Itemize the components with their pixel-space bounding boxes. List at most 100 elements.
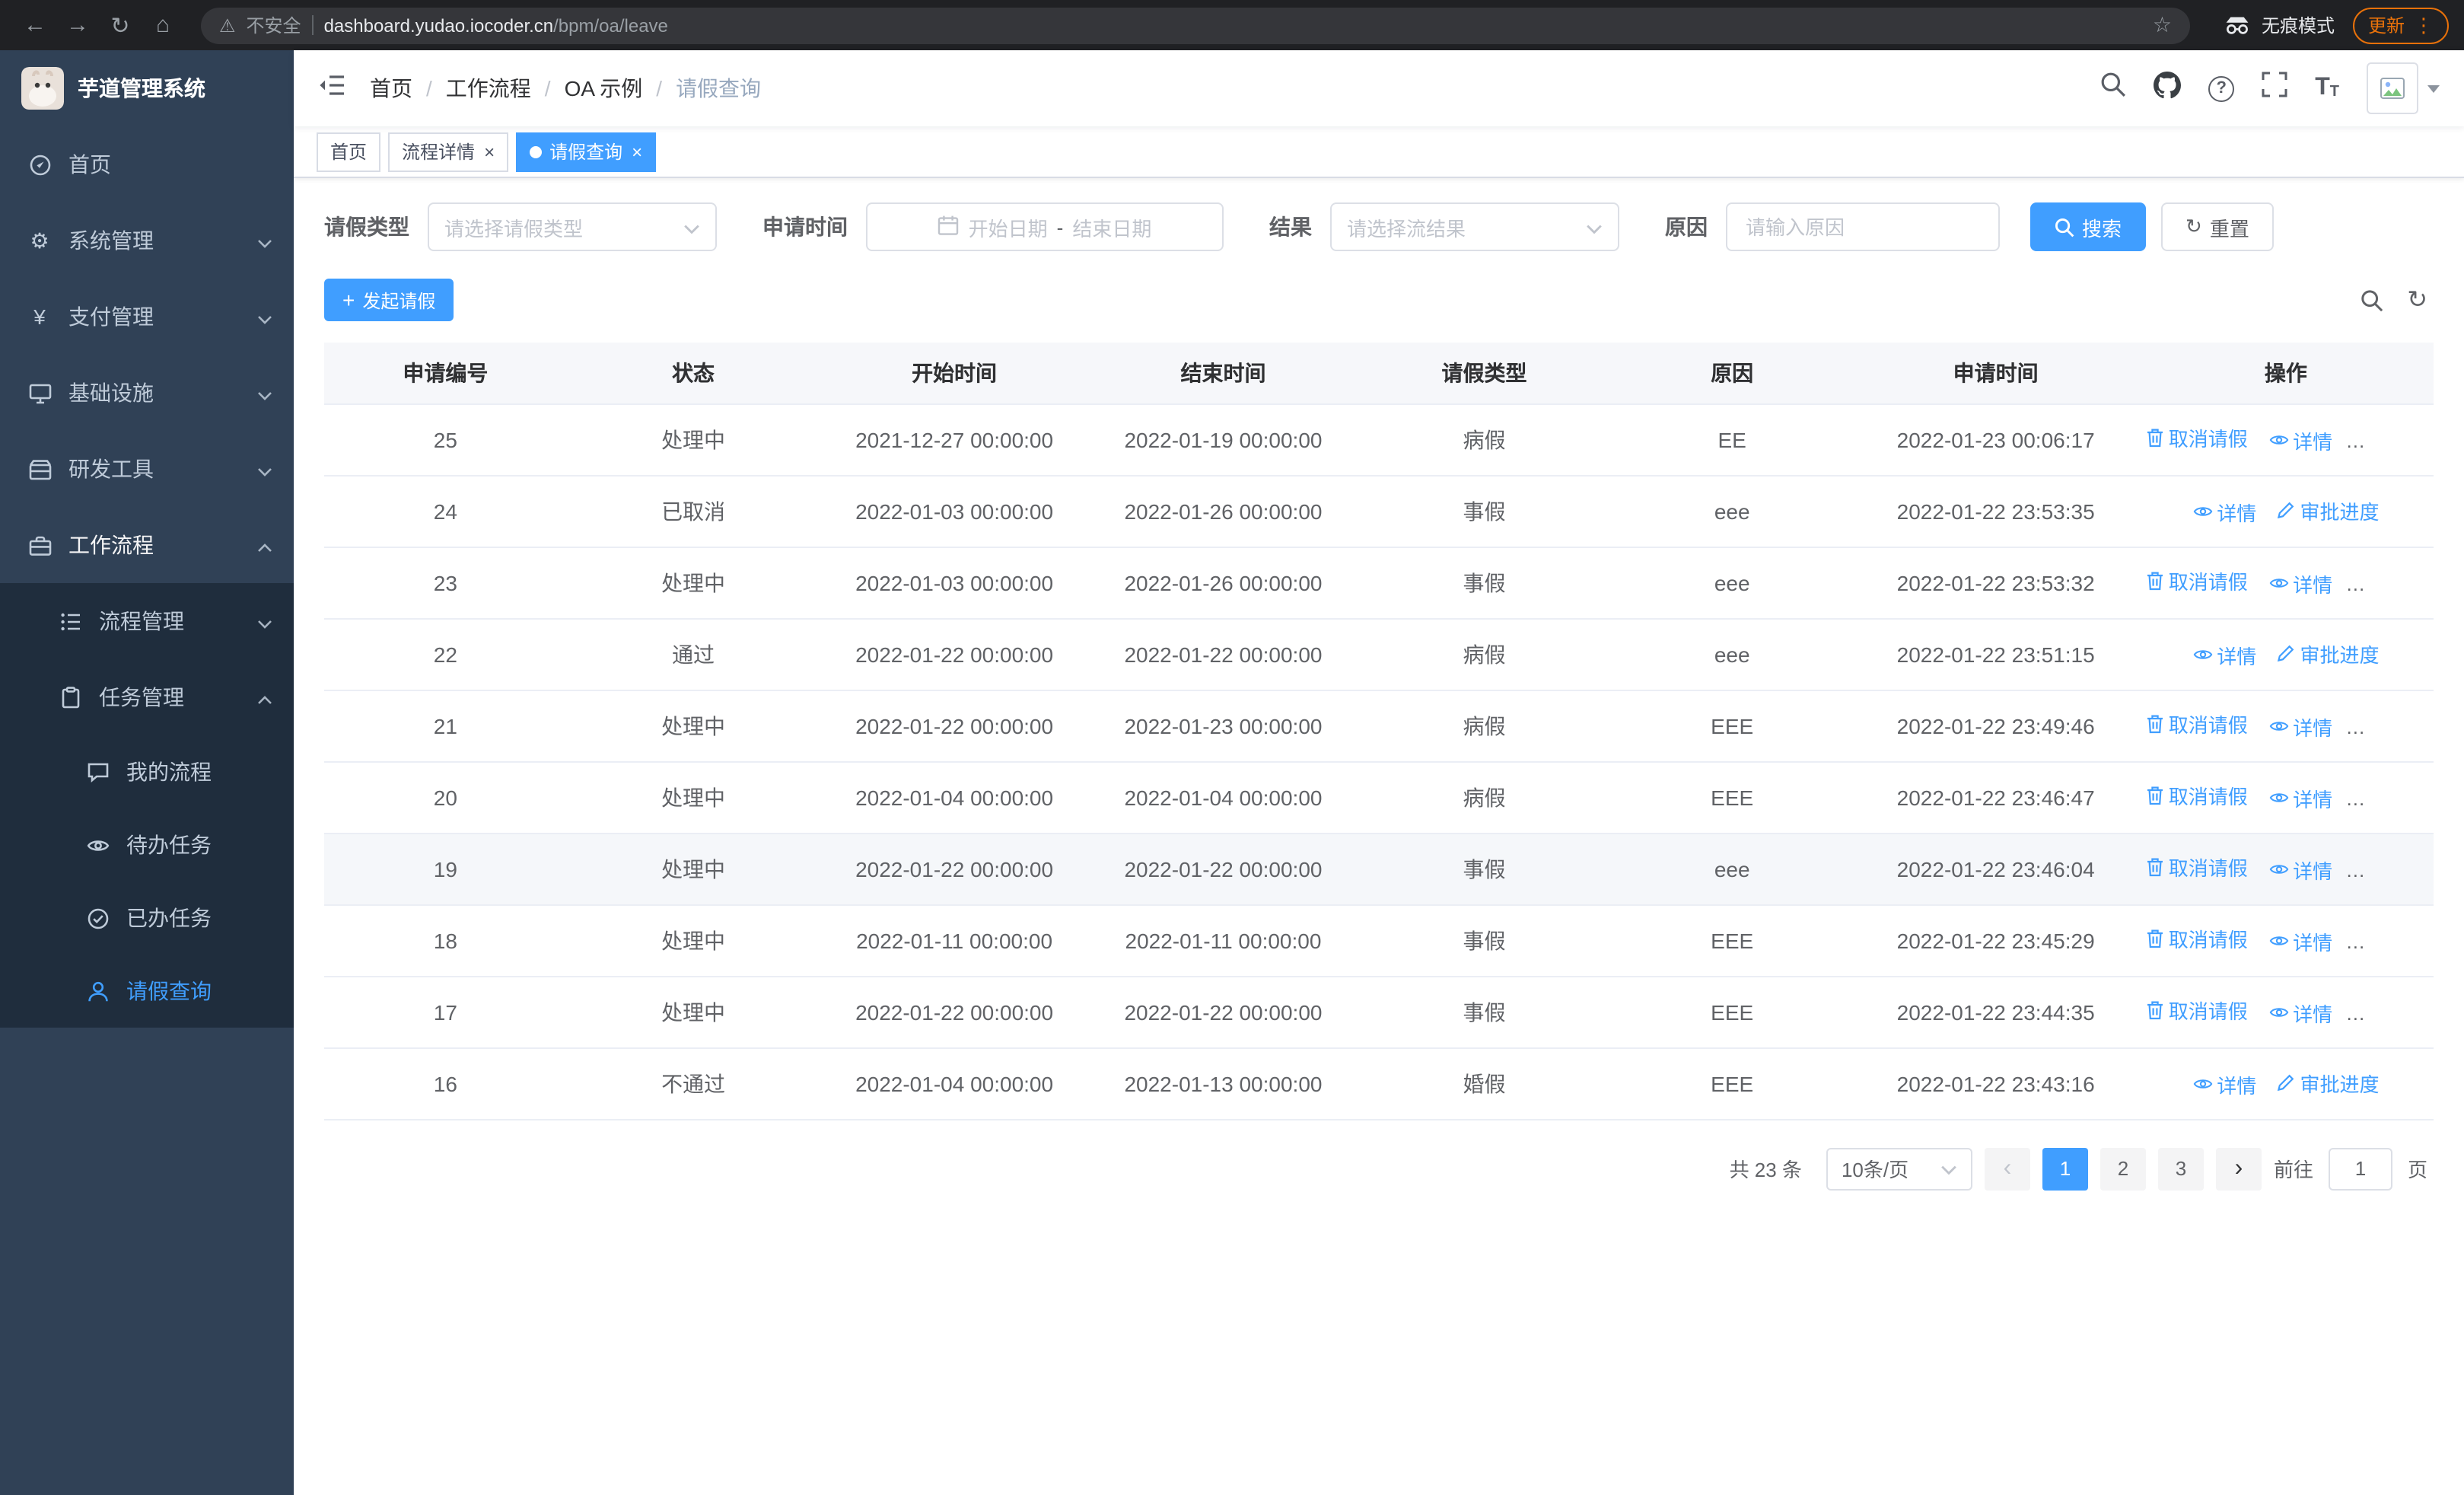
cell-leave-type: 婚假	[1358, 1047, 1611, 1120]
detail-link[interactable]: 详情	[2268, 927, 2332, 956]
sidebar-item-leave-query[interactable]: 请假查询	[0, 955, 294, 1028]
next-page-button[interactable]: ›	[2215, 1147, 2262, 1190]
cancel-leave-link[interactable]: 取消请假	[2146, 710, 2248, 739]
cancel-leave-link[interactable]: 取消请假	[2146, 782, 2248, 811]
sidebar-item-task-management[interactable]: 任务管理	[0, 659, 294, 735]
refresh-button[interactable]: ↻	[2407, 285, 2427, 315]
search-button[interactable]: 搜索	[2030, 202, 2147, 251]
security-label[interactable]: 不安全	[247, 12, 301, 38]
cell-apply-id: 16	[324, 1047, 567, 1120]
edit-icon	[2354, 574, 2370, 591]
page-size-select[interactable]: 10条/页	[1826, 1147, 1972, 1190]
table-row: 17 处理中 2022-01-22 00:00:00 2022-01-22 00…	[324, 976, 2434, 1048]
approval-progress-link[interactable]: 审批进度	[2353, 425, 2434, 454]
toolbox-icon	[27, 457, 52, 480]
chevron-down-icon	[1586, 215, 1603, 238]
close-icon[interactable]: ×	[632, 142, 642, 161]
cell-leave-type: 病假	[1358, 690, 1611, 762]
app-logo[interactable]: 芋道管理系统	[0, 50, 294, 126]
cancel-leave-link[interactable]: 取消请假	[2146, 567, 2248, 596]
detail-link[interactable]: 详情	[2268, 712, 2332, 741]
cancel-leave-link[interactable]: 取消请假	[2146, 925, 2248, 954]
close-icon[interactable]: ×	[484, 142, 495, 161]
sidebar-item-process-management[interactable]: 流程管理	[0, 583, 294, 659]
leave-type-select[interactable]: 请选择请假类型	[428, 202, 717, 251]
breadcrumb-oa-example[interactable]: OA 示例	[565, 73, 643, 104]
sidebar-item-system[interactable]: ⚙ 系统管理	[0, 202, 294, 279]
cell-reason: eee	[1610, 833, 1854, 905]
sidebar-item-dev-tools[interactable]: 研发工具	[0, 431, 294, 507]
sidebar-item-infrastructure[interactable]: 基础设施	[0, 355, 294, 431]
sidebar-item-todo-tasks[interactable]: 待办任务	[0, 808, 294, 881]
bookmark-star-icon[interactable]: ☆	[2153, 12, 2172, 38]
approval-progress-link[interactable]: 审批进度	[2353, 854, 2434, 883]
sidebar-item-my-process[interactable]: 我的流程	[0, 735, 294, 808]
cell-end-time: 2022-01-22 00:00:00	[1088, 618, 1358, 690]
goto-page-input[interactable]	[2328, 1147, 2392, 1190]
sidebar-item-done-tasks[interactable]: 已办任务	[0, 881, 294, 955]
approval-progress-link[interactable]: 审批进度	[2353, 997, 2434, 1026]
edit-icon	[2354, 431, 2370, 448]
cell-end-time: 2022-01-22 00:00:00	[1088, 976, 1358, 1048]
font-size-icon[interactable]: TT	[2315, 75, 2339, 100]
prev-page-button[interactable]: ‹	[1984, 1147, 2030, 1190]
create-leave-button[interactable]: + 发起请假	[324, 279, 454, 321]
reason-input[interactable]	[1726, 202, 2000, 251]
detail-link[interactable]: 详情	[2192, 640, 2256, 669]
apply-time-label: 申请时间	[762, 215, 848, 239]
toggle-search-button[interactable]	[2360, 288, 2383, 311]
sidebar-fold-icon[interactable]	[318, 72, 345, 104]
sidebar-item-label: 工作流程	[68, 533, 154, 557]
breadcrumb-workflow[interactable]: 工作流程	[446, 73, 531, 104]
approval-progress-link[interactable]: 审批进度	[2278, 639, 2380, 668]
page-button-1[interactable]: 1	[2042, 1147, 2088, 1190]
approval-progress-link[interactable]: 审批进度	[2278, 1068, 2380, 1097]
tab-leave-query[interactable]: 请假查询 ×	[516, 132, 657, 171]
result-select[interactable]: 请选择流结果	[1330, 202, 1619, 251]
cell-leave-type: 事假	[1358, 976, 1611, 1048]
leave-table: 申请编号 状态 开始时间 结束时间 请假类型 原因 申请时间 操作 25 处理中…	[324, 343, 2434, 1120]
approval-progress-link[interactable]: 审批进度	[2278, 496, 2380, 524]
detail-link[interactable]: 详情	[2192, 497, 2256, 526]
detail-link[interactable]: 详情	[2268, 784, 2332, 813]
back-icon[interactable]: ←	[15, 5, 55, 45]
browser-menu-icon[interactable]: ⋮	[2414, 13, 2434, 37]
tab-process-detail[interactable]: 流程详情 ×	[388, 132, 509, 171]
approval-progress-link[interactable]: 审批进度	[2353, 568, 2434, 597]
cancel-leave-link[interactable]: 取消请假	[2146, 996, 2248, 1025]
approval-progress-link[interactable]: 审批进度	[2353, 711, 2434, 740]
breadcrumb-home[interactable]: 首页	[370, 73, 412, 104]
detail-link[interactable]: 详情	[2268, 856, 2332, 885]
cell-apply-time: 2022-01-22 23:49:46	[1853, 690, 2138, 762]
update-button[interactable]: 更新 ⋮	[2352, 7, 2449, 43]
page-button-3[interactable]: 3	[2157, 1147, 2204, 1190]
detail-link[interactable]: 详情	[2268, 569, 2332, 598]
detail-link[interactable]: 详情	[2268, 999, 2332, 1028]
help-icon[interactable]: ?	[2208, 75, 2235, 101]
cancel-leave-link[interactable]: 取消请假	[2146, 424, 2248, 453]
apply-time-range-picker[interactable]: 开始日期 - 结束日期	[866, 202, 1224, 251]
edit-icon	[2354, 860, 2370, 877]
reset-button[interactable]: ↻ 重置	[2161, 202, 2274, 251]
cancel-leave-link[interactable]: 取消请假	[2146, 853, 2248, 882]
detail-link[interactable]: 详情	[2192, 1069, 2256, 1098]
address-bar[interactable]: ⚠ 不安全 dashboard.yudao.iocoder.cn/bpm/oa/…	[201, 7, 2190, 43]
sidebar-item-payment[interactable]: ¥ 支付管理	[0, 279, 294, 355]
sidebar-item-home[interactable]: 首页	[0, 126, 294, 202]
approval-progress-link[interactable]: 审批进度	[2353, 926, 2434, 955]
forward-icon[interactable]: →	[58, 5, 97, 45]
detail-link[interactable]: 详情	[2268, 426, 2332, 455]
reload-icon[interactable]: ↻	[100, 5, 140, 45]
fullscreen-icon[interactable]	[2262, 72, 2287, 105]
sidebar-item-label: 我的流程	[126, 760, 212, 784]
approval-progress-link[interactable]: 审批进度	[2353, 783, 2434, 811]
user-avatar[interactable]	[2367, 62, 2440, 114]
tab-home[interactable]: 首页	[317, 132, 381, 171]
sidebar-item-workflow[interactable]: 工作流程	[0, 507, 294, 583]
browser-home-icon[interactable]: ⌂	[143, 5, 183, 45]
cell-apply-time: 2022-01-22 23:53:35	[1853, 475, 2138, 547]
search-icon[interactable]	[2100, 72, 2126, 105]
page-button-2[interactable]: 2	[2099, 1147, 2146, 1190]
cell-end-time: 2022-01-04 00:00:00	[1088, 761, 1358, 834]
github-icon[interactable]	[2154, 71, 2182, 106]
